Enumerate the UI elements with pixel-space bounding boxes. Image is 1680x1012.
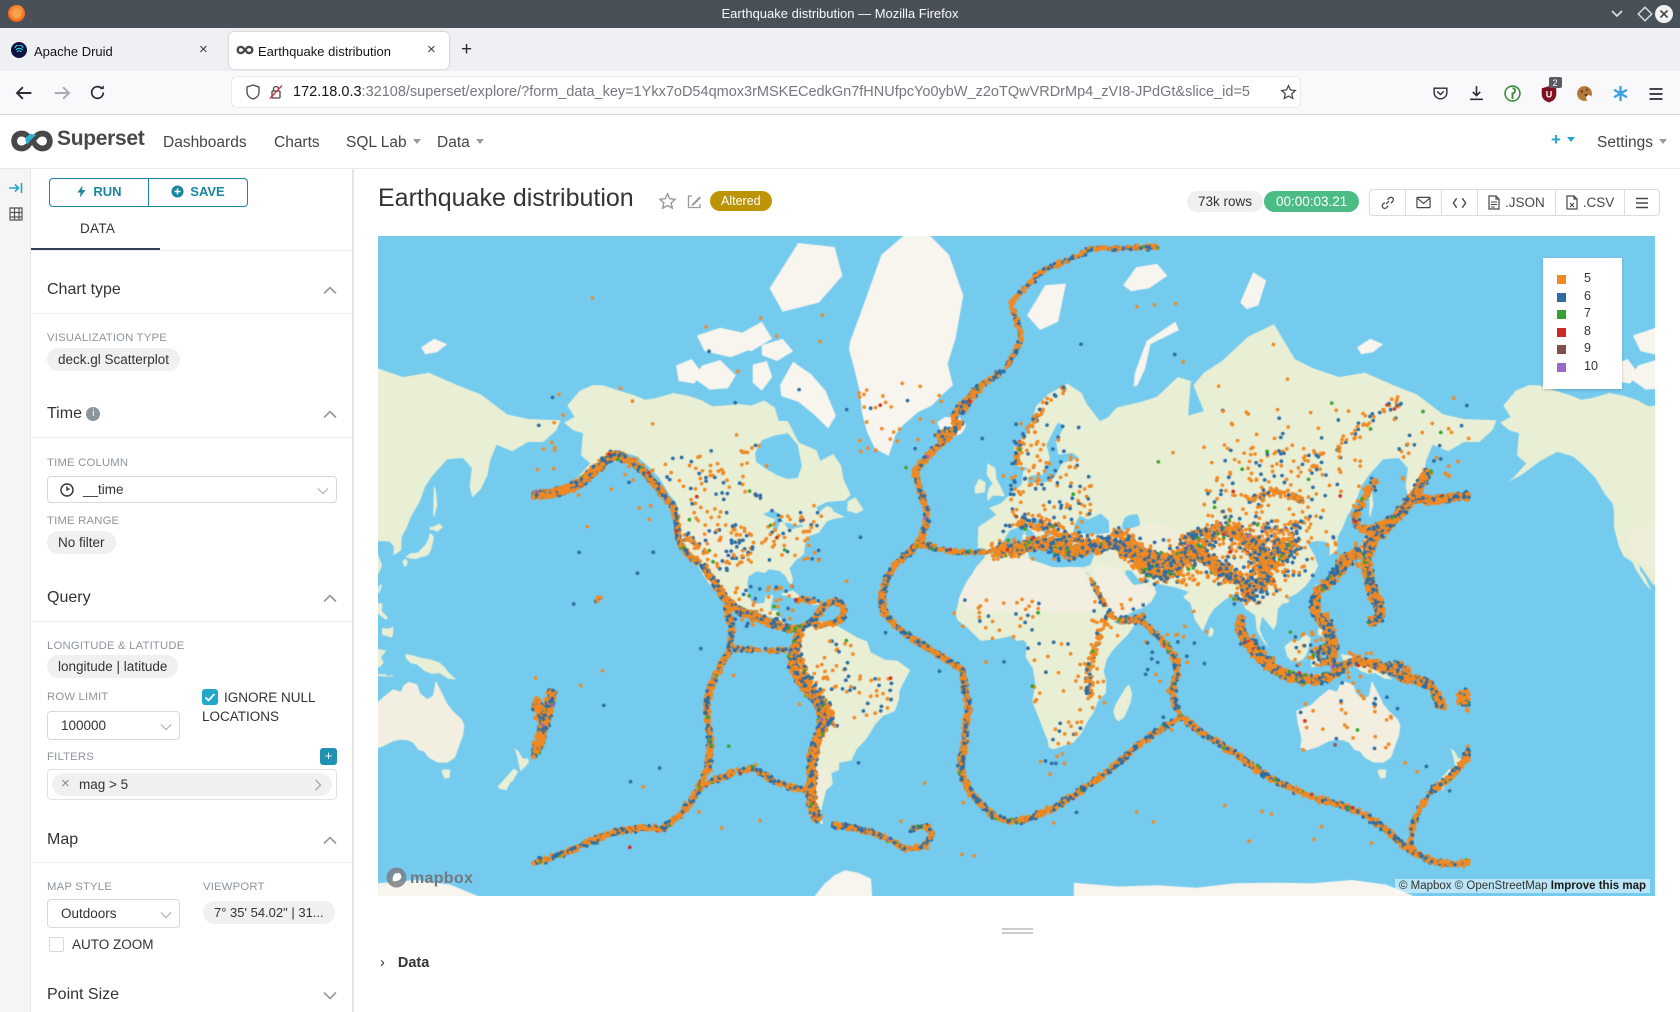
svg-text:U: U bbox=[1546, 89, 1553, 99]
